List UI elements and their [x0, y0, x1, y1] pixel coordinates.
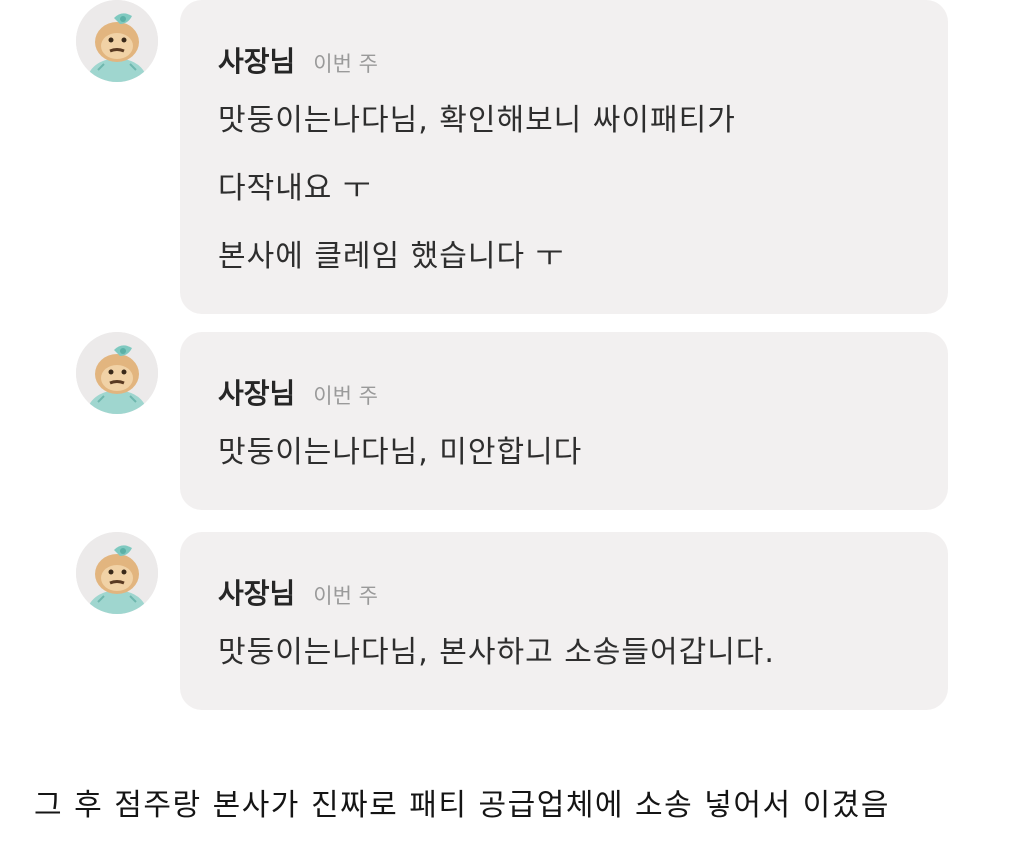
owner-avatar-icon[interactable]	[76, 532, 158, 614]
reply-meta: 사장님 이번 주	[218, 372, 948, 412]
reply-text-line: 맛둥이는나다님, 미안합니다	[218, 435, 583, 470]
author-name: 사장님	[218, 577, 296, 610]
reply-text-line: 본사에 클레임 했습니다 ㅜ	[218, 239, 565, 274]
author-name: 사장님	[218, 377, 296, 410]
reply-text-line: 맛둥이는나다님, 본사하고 소송들어갑니다.	[218, 635, 775, 670]
reply-bubble: 사장님 이번 주 맛둥이는나다님, 확인해보니 싸이패티가 다작내요 ㅜ 본사에…	[180, 0, 948, 314]
reply-bubble: 사장님 이번 주 맛둥이는나다님, 미안합니다	[180, 332, 948, 510]
reply-text-line: 다작내요 ㅜ	[218, 171, 372, 206]
owner-avatar-icon[interactable]	[76, 332, 158, 414]
reply-bubble: 사장님 이번 주 맛둥이는나다님, 본사하고 소송들어갑니다.	[180, 532, 948, 710]
reply-time: 이번 주	[313, 52, 378, 76]
reply-text-line: 맛둥이는나다님, 확인해보니 싸이패티가	[218, 103, 736, 138]
owner-avatar-icon[interactable]	[76, 0, 158, 82]
reply-time: 이번 주	[313, 384, 378, 408]
owner-reply-thread: 사장님 이번 주 맛둥이는나다님, 확인해보니 싸이패티가 다작내요 ㅜ 본사에…	[0, 0, 1024, 730]
reply-meta: 사장님 이번 주	[218, 40, 948, 80]
caption-text: 그 후 점주랑 본사가 진짜로 패티 공급업체에 소송 넣어서 이겼음	[34, 788, 890, 823]
reply-meta: 사장님 이번 주	[218, 572, 948, 612]
reply-time: 이번 주	[313, 584, 378, 608]
author-name: 사장님	[218, 45, 296, 78]
